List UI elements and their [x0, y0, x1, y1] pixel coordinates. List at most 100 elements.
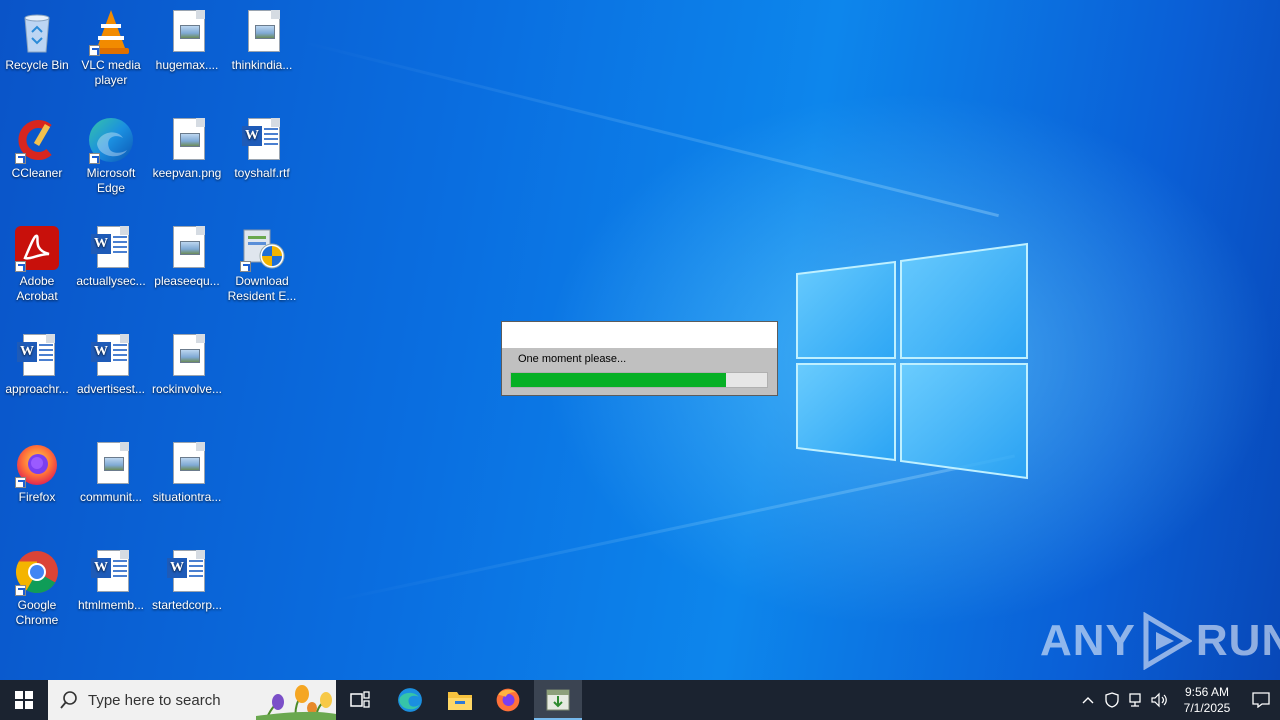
desktop-icon-label: startedcorp... [151, 598, 223, 612]
action-center-button[interactable] [1242, 680, 1280, 720]
installer-app-icon [546, 689, 570, 711]
watermark-text-right: RUN [1195, 616, 1280, 665]
defender-icon [1105, 692, 1119, 708]
desktop-icon-label: Recycle Bin [5, 58, 69, 72]
desktop-icon-google-chrome[interactable]: Google Chrome [0, 542, 74, 642]
desktop-icon-label: VLC media player [81, 58, 141, 87]
desktop-icon-keepvan[interactable]: keepvan.png [150, 110, 224, 210]
desktop-icon-microsoft-edge[interactable]: Microsoft Edge [74, 110, 148, 210]
desktop-icon-firefox[interactable]: Firefox [0, 434, 74, 534]
image-file-icon [163, 8, 211, 56]
shortcut-arrow-icon [15, 153, 26, 164]
word-document-icon: W [13, 332, 61, 380]
adobe-acrobat-icon [13, 224, 61, 272]
notification-icon [1252, 692, 1270, 708]
desktop-icon-label: CCleaner [11, 166, 63, 180]
desktop-icon-label: situationtra... [152, 490, 222, 504]
ccleaner-icon [13, 116, 61, 164]
desktop-icon-label: Microsoft Edge [86, 166, 136, 195]
desktop-icon-situationtra[interactable]: situationtra... [150, 434, 224, 534]
firefox-icon [13, 440, 61, 488]
show-hidden-icons-button[interactable] [1076, 680, 1100, 720]
light-beam [299, 40, 999, 218]
dialog-message: One moment please... [518, 353, 627, 365]
image-file-icon [238, 8, 286, 56]
desktop-icon-advertisest[interactable]: W advertisest... [74, 326, 148, 426]
network-icon [1129, 693, 1141, 707]
recycle-bin-icon [13, 8, 61, 56]
clock-date: 7/1/2025 [1183, 701, 1231, 715]
taskbar-firefox-button[interactable] [484, 680, 532, 720]
progress-dialog: One moment please... [501, 321, 778, 396]
clock-time: 9:56 AM [1184, 685, 1230, 699]
desktop-icon-label: Download Resident E... [227, 274, 297, 303]
desktop-icon-communit[interactable]: communit... [74, 434, 148, 534]
taskbar-clock[interactable]: 9:56 AM 7/1/2025 [1172, 684, 1242, 716]
shortcut-arrow-icon [15, 261, 26, 272]
image-file-icon [163, 440, 211, 488]
task-view-button[interactable] [336, 680, 384, 720]
windows-logo-wallpaper [796, 242, 1028, 480]
desktop-icon-label: advertisest... [76, 382, 146, 396]
taskbar-file-explorer-button[interactable] [436, 680, 484, 720]
windows-start-icon [15, 691, 33, 709]
desktop-icon-label: thinkindia... [231, 58, 293, 72]
dialog-titlebar[interactable] [502, 322, 777, 348]
word-document-icon: W [87, 332, 135, 380]
volume-button[interactable] [1148, 680, 1172, 720]
progress-bar-fill [511, 373, 727, 387]
search-placeholder: Type here to search [88, 691, 221, 709]
desktop-icon-toyshalf[interactable]: W toyshalf.rtf [225, 110, 299, 210]
speaker-icon [1151, 692, 1167, 708]
system-tray: 9:56 AM 7/1/2025 [1076, 680, 1280, 720]
taskbar: Type here to search 9:56 AM 7/1/2025 [0, 680, 1280, 720]
task-view-icon [350, 691, 370, 708]
desktop-icon-actuallysec[interactable]: W actuallysec... [74, 218, 148, 318]
desktop-icon-label: htmlmemb... [77, 598, 144, 612]
desktop-icon-pleaseequ[interactable]: pleaseequ... [150, 218, 224, 318]
word-document-icon: W [163, 548, 211, 596]
network-button[interactable] [1124, 680, 1148, 720]
word-document-icon: W [87, 224, 135, 272]
word-document-icon: W [87, 548, 135, 596]
desktop-icon-ccleaner[interactable]: CCleaner [0, 110, 74, 210]
file-explorer-icon [448, 692, 472, 710]
desktop-icon-label: actuallysec... [76, 274, 146, 288]
taskbar-edge-button[interactable] [386, 680, 434, 720]
desktop-icon-thinkindia[interactable]: thinkindia... [225, 2, 299, 102]
desktop-icon-hugemax[interactable]: hugemax.... [150, 2, 224, 102]
tray-security-icon-button[interactable] [1100, 680, 1124, 720]
anyrun-watermark: ANY RUN [1040, 612, 1280, 670]
play-triangle-icon [1143, 612, 1192, 670]
installer-shield-icon [238, 224, 286, 272]
desktop-icon-label: hugemax.... [155, 58, 219, 72]
desktop-icon-download-resident[interactable]: Download Resident E... [225, 218, 299, 318]
progress-bar [510, 372, 768, 388]
desktop-icon-label: toyshalf.rtf [234, 166, 290, 180]
chrome-icon [13, 548, 61, 596]
desktop-icon-vlc[interactable]: VLC media player [74, 2, 148, 102]
watermark-text-left: ANY [1040, 616, 1136, 665]
desktop-icon-approachr[interactable]: W approachr... [0, 326, 74, 426]
shortcut-arrow-icon [240, 261, 251, 272]
word-document-icon: W [238, 116, 286, 164]
image-file-icon [163, 224, 211, 272]
desktop-icon-label: communit... [79, 490, 142, 504]
edge-icon [87, 116, 135, 164]
desktop-icon-adobe-acrobat[interactable]: Adobe Acrobat [0, 218, 74, 318]
image-file-icon [163, 332, 211, 380]
image-file-icon [163, 116, 211, 164]
desktop-icon-htmlmemb[interactable]: W htmlmemb... [74, 542, 148, 642]
desktop-icon-label: Google Chrome [15, 598, 59, 627]
desktop-icon-startedcorp[interactable]: W startedcorp... [150, 542, 224, 642]
desktop-icon-rockinvolve[interactable]: rockinvolve... [150, 326, 224, 426]
taskbar-search-box[interactable]: Type here to search [48, 680, 336, 720]
start-button[interactable] [0, 680, 48, 720]
shortcut-arrow-icon [15, 477, 26, 488]
taskbar-installer-app-button[interactable] [534, 680, 582, 720]
desktop-icon-label: pleaseequ... [154, 274, 220, 288]
desktop: Recycle Bin CCleaner Adobe Acrobat W app… [0, 0, 1280, 680]
desktop-icon-label: Adobe Acrobat [16, 274, 58, 303]
shortcut-arrow-icon [89, 153, 100, 164]
desktop-icon-recycle-bin[interactable]: Recycle Bin [0, 2, 74, 102]
